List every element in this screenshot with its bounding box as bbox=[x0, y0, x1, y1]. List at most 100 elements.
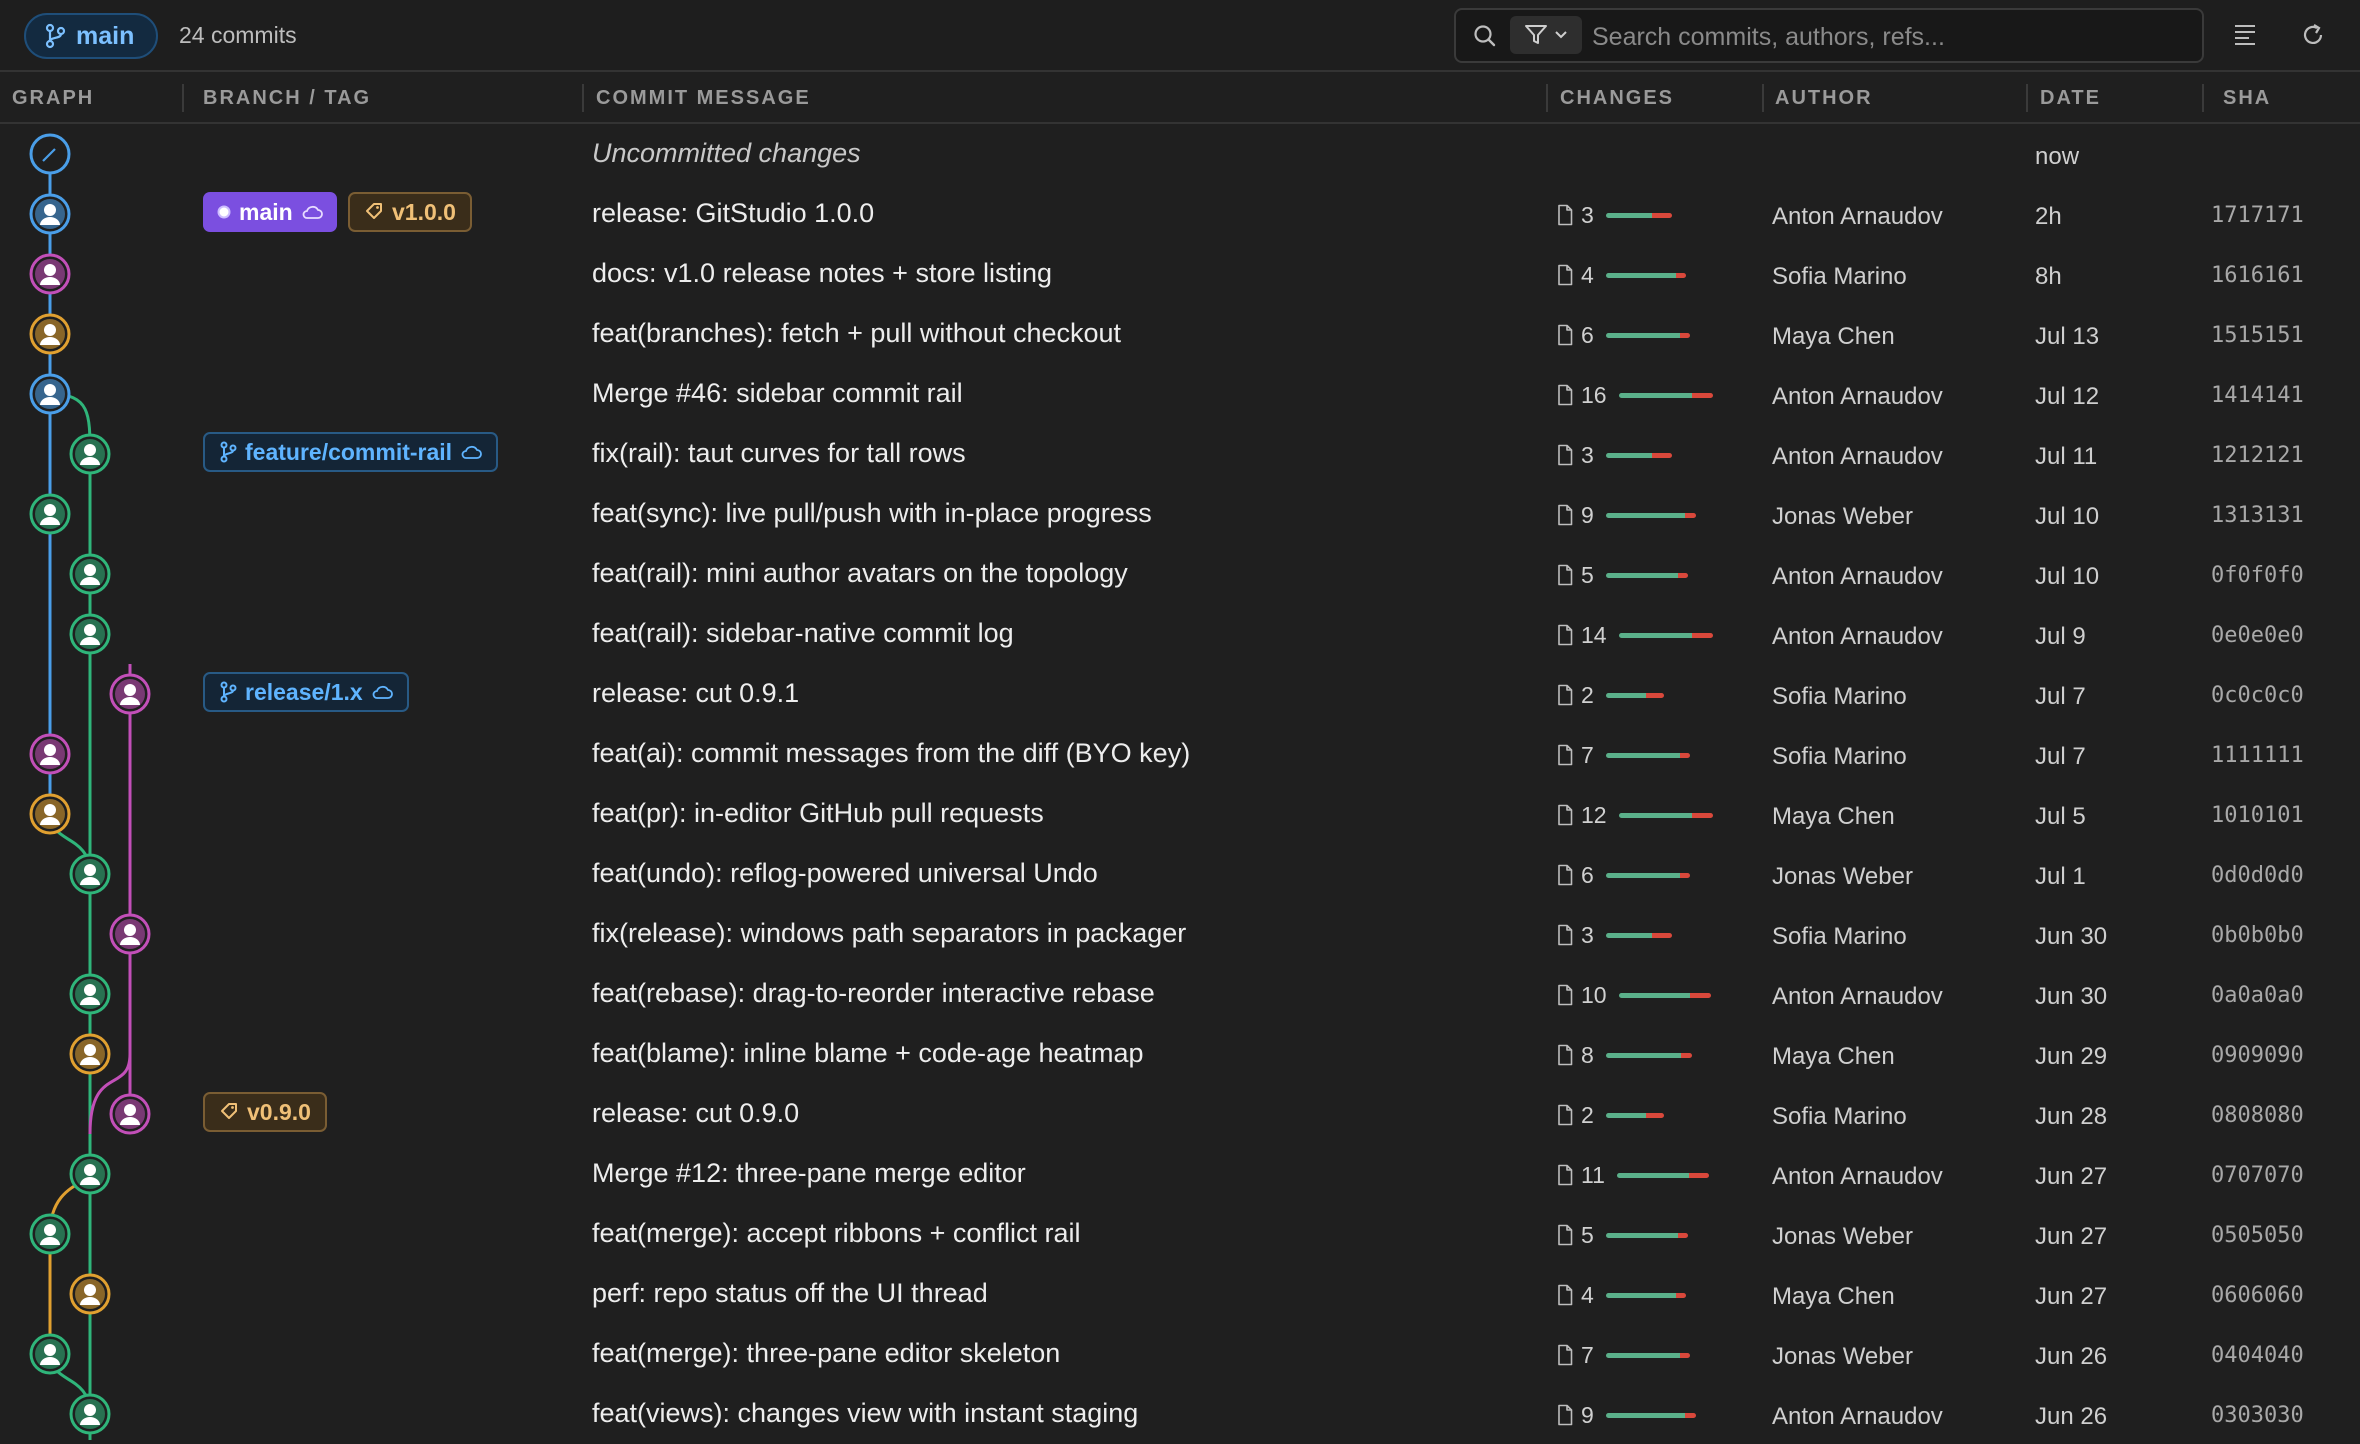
tag-badge[interactable]: v1.0.0 bbox=[348, 192, 472, 232]
commit-row[interactable]: Uncommitted changes now bbox=[0, 124, 2360, 184]
changes-cell: 3 bbox=[1557, 202, 1672, 228]
commit-date: Jul 12 bbox=[2035, 383, 2100, 410]
commit-row[interactable]: feat(blame): inline blame + code-age hea… bbox=[0, 1024, 2360, 1084]
commit-author: Sofia Marino bbox=[1772, 683, 1907, 710]
column-divider[interactable] bbox=[2202, 84, 2204, 112]
commit-sha[interactable]: 1515151 bbox=[2211, 323, 2304, 348]
changes-cell: 4 bbox=[1557, 1282, 1686, 1308]
commit-sha[interactable]: 1414141 bbox=[2211, 383, 2304, 408]
branch-selector[interactable]: main bbox=[24, 13, 158, 59]
commit-sha[interactable]: 0d0d0d0 bbox=[2211, 863, 2304, 888]
col-date: DATE bbox=[2040, 87, 2101, 109]
commit-row[interactable]: Merge #46: sidebar commit rail 16 Anton … bbox=[0, 364, 2360, 424]
commit-author: Jonas Weber bbox=[1772, 1343, 1913, 1370]
file-icon bbox=[1558, 264, 1573, 286]
changes-cell: 6 bbox=[1557, 322, 1690, 348]
commit-sha[interactable]: 1111111 bbox=[2211, 743, 2304, 768]
file-icon bbox=[1558, 1404, 1573, 1426]
commit-sha[interactable]: 1616161 bbox=[2211, 263, 2304, 288]
commit-sha[interactable]: 0707070 bbox=[2211, 1163, 2304, 1188]
commit-date: Jun 27 bbox=[2035, 1223, 2108, 1250]
cloud-icon bbox=[372, 685, 393, 699]
commit-sha[interactable]: 0808080 bbox=[2211, 1103, 2304, 1128]
changed-files-count: 6 bbox=[1581, 861, 1594, 888]
commit-date: Jul 11 bbox=[2035, 443, 2098, 470]
changed-files-count: 16 bbox=[1581, 381, 1607, 408]
commit-date: Jun 30 bbox=[2035, 983, 2108, 1010]
commit-row[interactable]: feat(pr): in-editor GitHub pull requests… bbox=[0, 784, 2360, 844]
commit-row[interactable]: feat(rebase): drag-to-reorder interactiv… bbox=[0, 964, 2360, 1024]
commit-sha[interactable]: 0e0e0e0 bbox=[2211, 623, 2304, 648]
filter-button[interactable] bbox=[1510, 16, 1582, 54]
commit-row[interactable]: feat(merge): accept ribbons + conflict r… bbox=[0, 1204, 2360, 1264]
commit-sha[interactable]: 0909090 bbox=[2211, 1043, 2304, 1068]
commit-row[interactable]: Merge #12: three-pane merge editor 11 An… bbox=[0, 1144, 2360, 1204]
commit-sha[interactable]: 0f0f0f0 bbox=[2211, 563, 2304, 588]
commit-sha[interactable]: 0606060 bbox=[2211, 1283, 2304, 1308]
commit-row[interactable]: feat(rail): mini author avatars on the t… bbox=[0, 544, 2360, 604]
commit-row[interactable]: main v1.0.0 release: GitStudio 1.0.0 3 Ant… bbox=[0, 184, 2360, 244]
head-badge[interactable]: main bbox=[203, 192, 337, 232]
column-divider[interactable] bbox=[1546, 84, 1548, 112]
refresh-icon[interactable] bbox=[2300, 22, 2326, 48]
col-message: COMMIT MESSAGE bbox=[596, 87, 811, 109]
changes-cell: 14 bbox=[1557, 622, 1713, 648]
column-divider[interactable] bbox=[1762, 84, 1764, 112]
column-divider[interactable] bbox=[582, 84, 584, 112]
commit-message: release: GitStudio 1.0.0 bbox=[592, 198, 875, 228]
commit-date: Jul 7 bbox=[2035, 743, 2086, 770]
commit-message: perf: repo status off the UI thread bbox=[592, 1278, 988, 1308]
list-view-icon[interactable] bbox=[2232, 22, 2258, 46]
commit-row[interactable]: feat(views): changes view with instant s… bbox=[0, 1384, 2360, 1444]
commit-sha[interactable]: 0404040 bbox=[2211, 1343, 2304, 1368]
commit-sha[interactable]: 0a0a0a0 bbox=[2211, 983, 2304, 1008]
column-divider[interactable] bbox=[182, 84, 184, 112]
column-divider[interactable] bbox=[2026, 84, 2028, 112]
changed-files-count: 2 bbox=[1581, 1101, 1594, 1128]
search-input[interactable]: Search commits, authors, refs... bbox=[1592, 23, 1945, 52]
filter-icon bbox=[1525, 25, 1547, 44]
commit-author: Anton Arnaudov bbox=[1772, 1163, 1943, 1190]
commit-date: Jun 26 bbox=[2035, 1403, 2108, 1430]
commit-message: feat(views): changes view with instant s… bbox=[592, 1398, 1139, 1428]
commit-row[interactable]: feat(rail): sidebar-native commit log 14… bbox=[0, 604, 2360, 664]
commit-row[interactable]: v0.9.0 release: cut 0.9.0 2 Sofia Marino J… bbox=[0, 1084, 2360, 1144]
commit-row[interactable]: feat(merge): three-pane editor skeleton … bbox=[0, 1324, 2360, 1384]
cloud-icon bbox=[302, 205, 323, 219]
diff-bar bbox=[1616, 1172, 1709, 1178]
commit-author: Maya Chen bbox=[1772, 1283, 1895, 1310]
file-icon bbox=[1558, 1164, 1573, 1186]
search-box[interactable]: Search commits, authors, refs... bbox=[1454, 8, 2204, 63]
commit-sha[interactable]: 1010101 bbox=[2211, 803, 2304, 828]
commit-row[interactable]: release/1.x release: cut 0.9.1 2 Sofia Ma… bbox=[0, 664, 2360, 724]
col-changes: CHANGES bbox=[1560, 87, 1675, 109]
commit-row[interactable]: feat(sync): live pull/push with in-place… bbox=[0, 484, 2360, 544]
commit-sha[interactable]: 1313131 bbox=[2211, 503, 2304, 528]
commit-sha[interactable]: 1717171 bbox=[2211, 203, 2304, 228]
tag-badge[interactable]: v0.9.0 bbox=[203, 1092, 327, 1132]
commit-row[interactable]: feat(branches): fetch + pull without che… bbox=[0, 304, 2360, 364]
commit-row[interactable]: feat(ai): commit messages from the diff … bbox=[0, 724, 2360, 784]
commit-sha[interactable]: 0c0c0c0 bbox=[2211, 683, 2304, 708]
diff-bar bbox=[1605, 272, 1686, 278]
commit-sha[interactable]: 0b0b0b0 bbox=[2211, 923, 2304, 948]
commit-sha[interactable]: 0303030 bbox=[2211, 1403, 2304, 1428]
file-icon bbox=[1558, 744, 1573, 766]
changed-files-count: 7 bbox=[1581, 741, 1594, 768]
commit-row[interactable]: feature/commit-rail fix(rail): taut curve… bbox=[0, 424, 2360, 484]
commit-date: Jun 29 bbox=[2035, 1043, 2108, 1070]
commit-row[interactable]: fix(release): windows path separators in… bbox=[0, 904, 2360, 964]
commit-row[interactable]: perf: repo status off the UI thread 4 Ma… bbox=[0, 1264, 2360, 1324]
file-icon bbox=[1558, 624, 1573, 646]
changes-cell: 3 bbox=[1557, 922, 1672, 948]
commit-sha[interactable]: 1212121 bbox=[2211, 443, 2304, 468]
changes-cell: 7 bbox=[1557, 742, 1690, 768]
commit-message: feat(blame): inline blame + code-age hea… bbox=[592, 1038, 1144, 1068]
commit-sha[interactable]: 0505050 bbox=[2211, 1223, 2304, 1248]
file-icon bbox=[1558, 684, 1573, 706]
ref-label: main bbox=[239, 198, 293, 225]
commit-row[interactable]: docs: v1.0 release notes + store listing… bbox=[0, 244, 2360, 304]
branch-badge[interactable]: release/1.x bbox=[203, 672, 409, 712]
commit-row[interactable]: feat(undo): reflog-powered universal Und… bbox=[0, 844, 2360, 904]
branch-badge[interactable]: feature/commit-rail bbox=[203, 432, 499, 472]
